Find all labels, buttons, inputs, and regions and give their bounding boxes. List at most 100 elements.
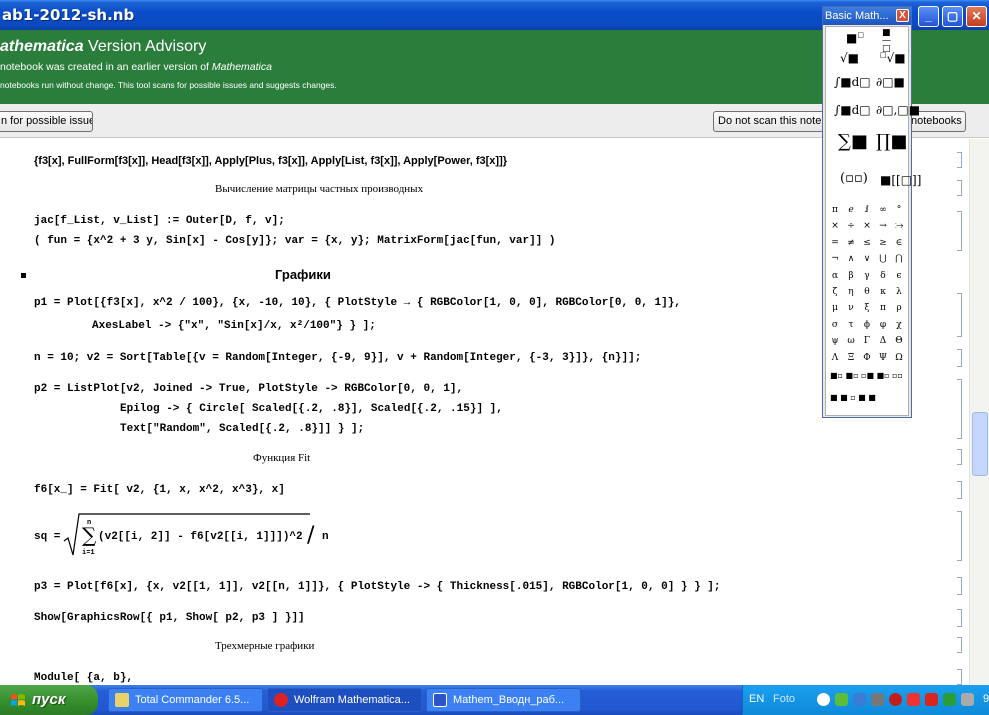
palette-symbol[interactable]: ⋃	[876, 254, 890, 264]
palette-symbol[interactable]: ⅈ	[860, 205, 874, 215]
input-cell-jac-def[interactable]: jac[f_List, v_List] := Outer[D, f, v];	[34, 215, 285, 227]
input-cell-f6[interactable]: f6[x_] = Fit[ v2, {1, x, x^2, x^3}, x]	[34, 484, 285, 496]
minimize-button[interactable]: _	[918, 6, 939, 27]
task-word-document[interactable]: Mathem_Вводн_раб...	[426, 688, 581, 712]
palette-symbol[interactable]: ∞	[876, 205, 890, 215]
palette-symbol[interactable]: γ	[860, 271, 874, 281]
palette-symbol[interactable]: =	[828, 238, 842, 248]
back-icon[interactable]	[817, 693, 830, 706]
palette-symbol[interactable]: ≥	[876, 238, 890, 248]
palette-symbol[interactable]: ∨	[860, 254, 874, 264]
partial2-template-icon[interactable]: ∂□,□■	[876, 103, 920, 117]
task-total-commander[interactable]: Total Commander 6.5...	[108, 688, 263, 712]
palette-symbol[interactable]: Ψ	[876, 353, 890, 363]
palette-symbol[interactable]: Ω	[892, 353, 906, 363]
palette-symbol[interactable]: ϵ	[892, 271, 906, 281]
input-cell-p1-line1[interactable]: p1 = Plot[{f3[x], x^2 / 100}, {x, -10, 1…	[34, 297, 681, 309]
palette-symbol[interactable]: σ	[828, 320, 842, 330]
palette-symbol[interactable]: Δ	[876, 336, 890, 346]
scan-issues-button[interactable]: n for possible issues	[0, 111, 93, 132]
palette-symbol[interactable]: θ	[860, 287, 874, 297]
network-icon[interactable]	[853, 693, 866, 706]
palette-symbol[interactable]: ÷	[844, 221, 858, 231]
palette-close-button[interactable]: X	[896, 9, 909, 22]
palette-symbol[interactable]: ϕ	[860, 320, 874, 330]
maximize-button[interactable]: ▢	[942, 6, 963, 27]
power-template-icon[interactable]: ■□	[846, 31, 864, 45]
palette-symbol[interactable]: ≤	[860, 238, 874, 248]
palette-symbol[interactable]: μ	[828, 303, 842, 313]
close-button[interactable]: ✕	[966, 6, 987, 27]
acrobat-icon[interactable]	[925, 693, 938, 706]
palette-symbol[interactable]: ν	[844, 303, 858, 313]
palette-symbol[interactable]: ℯ	[844, 205, 858, 215]
text-cell-jac[interactable]: Вычисление матрицы частных производных	[215, 183, 423, 195]
input-cell-n[interactable]: n = 10; v2 = Sort[Table[{v = Random[Inte…	[34, 352, 641, 364]
matrix-template-icon[interactable]: (▫▫)	[840, 171, 868, 186]
palette-symbol[interactable]: ξ	[860, 303, 874, 313]
cell-bracket[interactable]	[957, 577, 962, 595]
palette-symbol[interactable]: ×	[828, 221, 842, 231]
sq-body[interactable]: (v2[[i, 2]] - f6[v2[[i, 1]]])^2	[98, 531, 303, 543]
palette-symbol[interactable]: δ	[876, 271, 890, 281]
cell-bracket[interactable]	[957, 379, 962, 439]
palette-symbol[interactable]: ≠	[844, 238, 858, 248]
subscript-templates-icon[interactable]: ■▫ ■▫ ▫■ ■▫ ▫▫	[830, 371, 903, 380]
palette-symbol[interactable]: κ	[876, 287, 890, 297]
palette-symbol[interactable]: ρ	[892, 303, 906, 313]
palette-symbol[interactable]: ∈	[892, 238, 906, 248]
palette-symbol[interactable]: φ	[876, 320, 890, 330]
input-cell-show[interactable]: Show[GraphicsRow[{ p1, Show[ p2, p3 ] }]…	[34, 612, 305, 624]
start-button[interactable]: пуск	[0, 685, 98, 715]
palette-titlebar[interactable]: Basic Math... X	[823, 7, 911, 25]
palette-symbol[interactable]: Φ	[860, 353, 874, 363]
palette-symbol[interactable]: Θ	[892, 336, 906, 346]
palette-symbol[interactable]: β	[844, 271, 858, 281]
basic-math-palette[interactable]: Basic Math... X ■□ ■ — □ √■ □√■ ∫■d□ ∂□■ ∫…	[822, 6, 921, 418]
cell-bracket[interactable]	[957, 481, 962, 499]
stop-icon[interactable]	[907, 693, 920, 706]
cell-bracket[interactable]	[957, 511, 962, 561]
task-mathematica[interactable]: Wolfram Mathematica...	[267, 688, 422, 712]
palette-symbol[interactable]: π	[876, 303, 890, 313]
input-cell-f3[interactable]: {f3[x], FullForm[f3[x]], Head[f3[x]], Ap…	[34, 155, 507, 167]
palette-symbol[interactable]: Γ	[860, 336, 874, 346]
palette-symbol[interactable]: α	[828, 271, 842, 281]
palette-symbol[interactable]: ζ	[828, 287, 842, 297]
input-cell-module[interactable]: Module[ {a, b},	[34, 672, 133, 684]
input-cell-p1-line2[interactable]: AxesLabel -> {"x", "Sin[x]/x, x²/100"} }…	[92, 320, 376, 332]
language-indicator[interactable]: EN	[749, 693, 764, 705]
cell-bracket[interactable]	[957, 637, 962, 653]
sum-template-icon[interactable]: ∑■	[838, 131, 868, 152]
palette-symbol[interactable]: Λ	[828, 353, 842, 363]
sq-lhs[interactable]: sq =	[34, 531, 60, 543]
palette-symbol[interactable]: ×	[860, 221, 874, 231]
palette-symbol[interactable]: π	[828, 205, 842, 215]
palette-symbol[interactable]: °	[892, 205, 906, 215]
palette-symbol[interactable]: τ	[844, 320, 858, 330]
partial-template-icon[interactable]: ∂□■	[876, 75, 905, 89]
sqrt-template-icon[interactable]: √■	[840, 51, 859, 65]
cell-bracket[interactable]	[957, 211, 962, 251]
scrollbar-thumb[interactable]	[972, 412, 988, 476]
fraction-template-icon[interactable]: ■ — □	[882, 29, 891, 54]
volume-icon[interactable]	[943, 693, 956, 706]
input-cell-jac-use[interactable]: ( fun = {x^2 + 3 y, Sin[x] - Cos[y]}; va…	[34, 235, 556, 247]
input-cell-p2-line2[interactable]: Epilog -> { Circle[ Scaled[{.2, .8}], Sc…	[120, 403, 503, 415]
palette-symbol[interactable]: η	[844, 287, 858, 297]
part-template-icon[interactable]: ■[[□]]	[880, 173, 921, 187]
palette-symbol[interactable]: ¬	[828, 254, 842, 264]
cell-bracket[interactable]	[957, 609, 962, 627]
printer-icon[interactable]	[871, 693, 884, 706]
section-graphs[interactable]: Графики	[275, 267, 331, 282]
text-cell-fit[interactable]: Функция Fit	[253, 452, 310, 464]
palette-symbol[interactable]: ⋂	[892, 254, 906, 264]
palette-symbol[interactable]: ⧴	[892, 221, 906, 231]
product-template-icon[interactable]: ∏■	[876, 131, 907, 152]
foto-label[interactable]: Foto	[773, 693, 795, 705]
palette-symbol[interactable]: ψ	[828, 336, 842, 346]
input-cell-p2-line1[interactable]: p2 = ListPlot[v2, Joined -> True, PlotSt…	[34, 383, 463, 395]
input-cell-p2-line3[interactable]: Text["Random", Scaled[{.2, .8}]] } ];	[120, 423, 364, 435]
sq-n[interactable]: n	[322, 531, 329, 543]
root-template-icon[interactable]: □√■	[880, 51, 906, 65]
